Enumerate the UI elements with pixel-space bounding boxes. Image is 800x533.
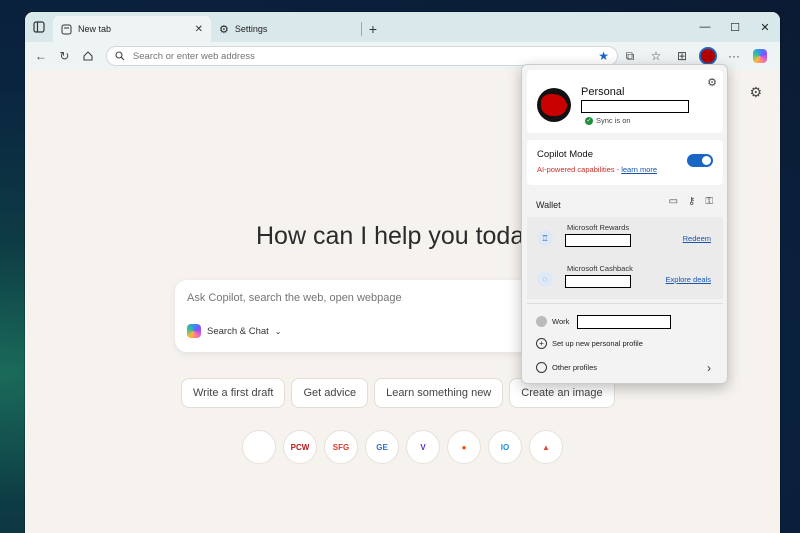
back-button[interactable]: ←: [29, 44, 53, 68]
quick-link-news[interactable]: GE: [365, 430, 399, 464]
chip-write-draft[interactable]: Write a first draft: [181, 378, 286, 408]
tab-new-tab[interactable]: New tab ✕: [53, 16, 211, 42]
puzzle-icon: ⧉: [625, 48, 635, 63]
wallet-title: Wallet: [536, 200, 561, 210]
profile-name: Personal: [581, 86, 625, 98]
work-label: Work: [552, 317, 570, 326]
wallet-actions: ▭ ⚷ ⚿: [669, 196, 713, 207]
copilot-icon: [753, 49, 767, 63]
redacted-work-email: [577, 315, 671, 329]
quick-links: PCW SFG GE V ● IO ▲: [242, 430, 563, 464]
lock-person-icon[interactable]: ⚿: [705, 196, 713, 207]
gear-icon: ⚙: [219, 23, 229, 36]
profile-item-work[interactable]: Work: [536, 316, 569, 327]
profile-flyout: Personal ✓ Sync is on ⚙ Copilot Mode AI-…: [521, 64, 728, 384]
copilot-button[interactable]: [748, 44, 772, 68]
address-input[interactable]: [132, 50, 591, 62]
refresh-button[interactable]: ↻: [53, 44, 77, 68]
tag-icon: ◌: [537, 271, 553, 287]
search-mode-dropdown[interactable]: Search & Chat ⌄: [187, 324, 282, 338]
quick-link-pcw[interactable]: PCW: [283, 430, 317, 464]
other-profiles-label: Other profiles: [552, 363, 598, 372]
window-controls: — ☐ ✕: [690, 12, 780, 42]
setup-profile-item[interactable]: + Set up new personal profile: [536, 338, 643, 349]
wallet-item-title: Microsoft Rewards: [567, 223, 630, 232]
copilot-mode-subtitle: AI-powered capabilities - learn more: [537, 165, 658, 174]
minimize-button[interactable]: —: [690, 12, 720, 42]
sidebar-icon: [33, 21, 45, 33]
page-title: How can I help you toda: [256, 222, 525, 250]
profile-avatar: [537, 88, 571, 122]
person-icon: [536, 316, 547, 327]
wallet-items: ♖ Microsoft Rewards Redeem ◌ Microsoft C…: [527, 217, 723, 299]
redacted-value: [565, 234, 631, 247]
people-icon: [536, 362, 547, 373]
tab-bar: New tab ✕ ⚙ Settings + — ☐ ✕: [25, 12, 780, 42]
new-tab-page-icon: [61, 24, 72, 34]
learn-more-link[interactable]: learn more: [621, 165, 657, 174]
close-window-button[interactable]: ✕: [750, 12, 780, 42]
other-profiles-item[interactable]: Other profiles: [536, 362, 597, 373]
redeem-link[interactable]: Redeem: [683, 234, 711, 243]
redacted-value: [565, 275, 631, 288]
tab-label: New tab: [78, 24, 112, 34]
chip-learn[interactable]: Learn something new: [374, 378, 504, 408]
check-icon: ✓: [585, 116, 593, 125]
close-tab-icon[interactable]: ✕: [195, 24, 203, 35]
setup-label: Set up new personal profile: [552, 339, 643, 348]
maximize-button[interactable]: ☐: [720, 12, 750, 42]
chevron-right-icon[interactable]: ›: [707, 361, 711, 375]
favorite-star-icon[interactable]: ★: [598, 49, 609, 63]
copilot-mode-title: Copilot Mode: [537, 149, 593, 160]
chevron-down-icon: ⌄: [274, 326, 282, 336]
plus-icon: +: [536, 338, 547, 349]
new-tab-button[interactable]: +: [362, 16, 384, 42]
wallet-item-rewards[interactable]: ♖ Microsoft Rewards Redeem: [527, 217, 723, 257]
quick-link-sfg[interactable]: SFG: [324, 430, 358, 464]
copilot-composer: Search & Chat ⌄: [175, 280, 535, 352]
copilot-input[interactable]: [187, 292, 517, 304]
copilot-icon: [187, 324, 201, 338]
quick-link-reddit[interactable]: ●: [447, 430, 481, 464]
tab-actions-button[interactable]: [25, 12, 53, 42]
redacted-email: [581, 100, 689, 113]
home-icon: [83, 51, 93, 61]
key-icon[interactable]: ⚷: [688, 196, 695, 207]
page-settings-gear-icon[interactable]: ⚙: [749, 84, 762, 101]
home-button[interactable]: [76, 44, 100, 68]
card-icon[interactable]: ▭: [669, 196, 678, 207]
chip-get-advice[interactable]: Get advice: [291, 378, 369, 408]
address-bar[interactable]: ★: [105, 46, 618, 66]
explore-deals-link[interactable]: Explore deals: [666, 275, 711, 284]
search-icon: [115, 51, 125, 61]
quick-link-verizon[interactable]: V: [406, 430, 440, 464]
copilot-mode-toggle[interactable]: [687, 154, 713, 167]
avatar: [699, 47, 717, 65]
favorites-icon: ☆: [650, 49, 662, 63]
sync-label: Sync is on: [596, 116, 631, 125]
wallet-item-cashback[interactable]: ◌ Microsoft Cashback Explore deals: [527, 258, 723, 298]
trophy-icon: ♖: [537, 230, 553, 246]
quick-link-monday[interactable]: ▲: [529, 430, 563, 464]
tab-settings[interactable]: ⚙ Settings: [211, 16, 361, 42]
collections-icon: ⊞: [676, 49, 688, 63]
wallet-item-title: Microsoft Cashback: [567, 264, 633, 273]
profile-settings-gear-icon[interactable]: ⚙: [707, 76, 717, 89]
sync-status: ✓ Sync is on: [585, 116, 631, 125]
profile-card: Personal ✓ Sync is on ⚙: [527, 70, 723, 133]
quick-link-blank[interactable]: [242, 430, 276, 464]
copilot-mode-card: Copilot Mode AI-powered capabilities - l…: [527, 140, 723, 185]
tab-label: Settings: [234, 24, 268, 34]
search-mode-label: Search & Chat: [207, 325, 269, 337]
quick-link-io[interactable]: IO: [488, 430, 522, 464]
divider: [527, 303, 723, 304]
